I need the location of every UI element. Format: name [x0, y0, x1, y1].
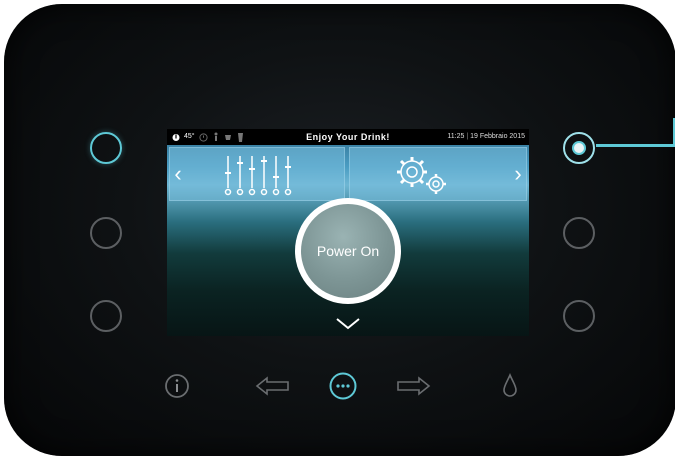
side-button-right-3[interactable] — [563, 300, 595, 332]
side-button-left-1[interactable] — [90, 132, 122, 164]
drop-icon[interactable] — [501, 373, 519, 399]
time-readout: 11:25 — [447, 133, 465, 140]
chevron-down-icon[interactable] — [335, 317, 361, 331]
more-icon[interactable] — [328, 371, 358, 401]
date-readout: 19 Febbraio 2015 — [470, 133, 525, 140]
device-bezel: 45° Enjoy Your Drink! 11:25 | 19 Febbrai… — [4, 4, 675, 456]
selected-dot-icon — [572, 141, 586, 155]
power-on-button[interactable]: Power On — [301, 204, 395, 298]
previous-arrow-icon[interactable]: ‹ — [169, 147, 187, 201]
callout-line — [596, 144, 675, 147]
gears-icon — [397, 157, 446, 194]
side-button-left-3[interactable] — [90, 300, 122, 332]
display-screen: 45° Enjoy Your Drink! 11:25 | 19 Febbrai… — [167, 129, 529, 336]
info-icon[interactable] — [164, 373, 190, 399]
equalizer-panel[interactable] — [169, 147, 345, 201]
status-bar: 45° Enjoy Your Drink! 11:25 | 19 Febbrai… — [167, 129, 529, 145]
settings-panel[interactable] — [349, 147, 527, 201]
side-button-right-2[interactable] — [563, 217, 595, 249]
arrow-left-icon[interactable] — [255, 376, 291, 396]
side-button-right-1[interactable] — [563, 132, 595, 164]
equalizer-sliders-icon — [224, 156, 292, 196]
arrow-right-icon[interactable] — [395, 376, 431, 396]
side-button-left-2[interactable] — [90, 217, 122, 249]
status-datetime: 11:25 | 19 Febbraio 2015 — [447, 133, 525, 140]
next-arrow-icon[interactable]: › — [509, 147, 527, 201]
